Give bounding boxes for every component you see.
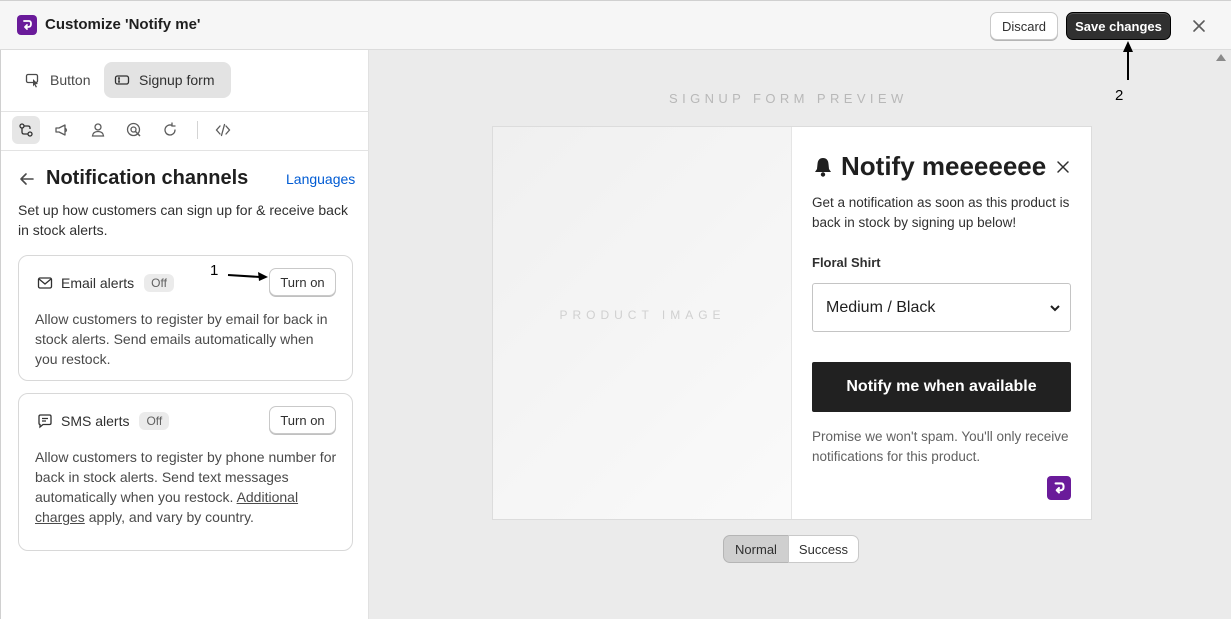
annotation-arrow-1 [227,272,268,281]
status-badge: Off [139,412,170,430]
bell-icon [815,157,831,177]
annotation-arrow-2 [1123,41,1133,80]
top-bar: Customize 'Notify me' Discard Save chang… [0,0,1231,50]
sms-alerts-label: SMS alerts [61,413,130,429]
variant-selected-value: Medium / Black [826,298,936,316]
channels-icon[interactable] [12,116,40,144]
product-image-placeholder: PRODUCT IMAGE [493,127,792,519]
variant-select[interactable]: Medium / Black [812,283,1071,332]
state-success-button[interactable]: Success [788,535,859,563]
sms-alerts-description: Allow customers to register by phone num… [35,447,340,527]
settings-toolbar [1,116,369,146]
email-alerts-description: Allow customers to register by email for… [35,311,328,367]
megaphone-icon[interactable] [48,116,76,144]
save-changes-button[interactable]: Save changes [1066,12,1171,40]
sms-alerts-card: SMS alerts Off Turn on Allow customers t… [18,393,353,551]
tab-signup-form[interactable]: Signup form [104,62,231,98]
annotation-marker-1: 1 [210,262,219,279]
notify-submit-button[interactable]: Notify me when available [812,362,1071,412]
close-icon[interactable] [1190,17,1208,35]
signup-form: Notify meeeeeee Get a notification as so… [812,127,1072,519]
close-icon[interactable] [1056,160,1070,179]
email-alerts-label: Email alerts [61,275,135,291]
toolbar-separator [197,121,198,139]
form-description: Get a notification as soon as this produ… [812,195,1070,230]
chevron-down-icon [1050,305,1060,312]
scroll-up-icon[interactable] [1216,54,1226,61]
tab-button-label: Button [50,72,91,88]
signup-form-preview: PRODUCT IMAGE Notify meeeeeee Get a noti… [492,126,1092,520]
form-note: Promise we won't spam. You'll only recei… [812,429,1069,464]
divider [1,150,369,151]
cursor-click-icon [25,73,39,88]
chat-bubble-icon [38,414,52,429]
form-icon [114,75,130,85]
sms-alerts-header: SMS alerts Off [37,412,170,430]
target-icon[interactable] [120,116,148,144]
settings-sidebar: Button Signup form Notification channels… [0,50,369,619]
app-logo-icon [17,15,37,35]
brand-logo-icon [1047,476,1071,500]
status-badge: Off [144,274,174,292]
annotation-marker-2: 2 [1115,87,1124,104]
refresh-icon[interactable] [156,116,184,144]
email-alerts-card: Email alerts Off Turn on Allow customers… [18,255,353,381]
tab-button[interactable]: Button [15,62,103,98]
sms-turn-on-button[interactable]: Turn on [269,406,336,434]
sms-description-end: apply, and vary by country. [88,509,254,525]
section-description: Set up how customers can sign up for & r… [18,202,348,238]
email-turn-on-button[interactable]: Turn on [269,268,336,296]
preview-label: SIGNUP FORM PREVIEW [669,91,908,106]
form-title: Notify meeeeeee [812,151,1046,182]
email-alerts-header: Email alerts Off [37,274,174,292]
discard-button[interactable]: Discard [990,12,1058,40]
form-title-text: Notify meeeeeee [841,151,1047,181]
product-image-label: PRODUCT IMAGE [559,308,726,322]
state-normal-button[interactable]: Normal [723,535,789,563]
envelope-icon [37,277,53,289]
back-arrow-icon[interactable] [18,170,36,193]
tab-signup-form-label: Signup form [139,72,215,88]
languages-link[interactable]: Languages [286,171,355,187]
section-title: Notification channels [46,167,249,189]
person-icon[interactable] [84,116,112,144]
product-name: Floral Shirt [812,255,881,270]
code-icon[interactable] [209,116,237,144]
divider [1,111,369,112]
page-title: Customize 'Notify me' [45,16,201,33]
